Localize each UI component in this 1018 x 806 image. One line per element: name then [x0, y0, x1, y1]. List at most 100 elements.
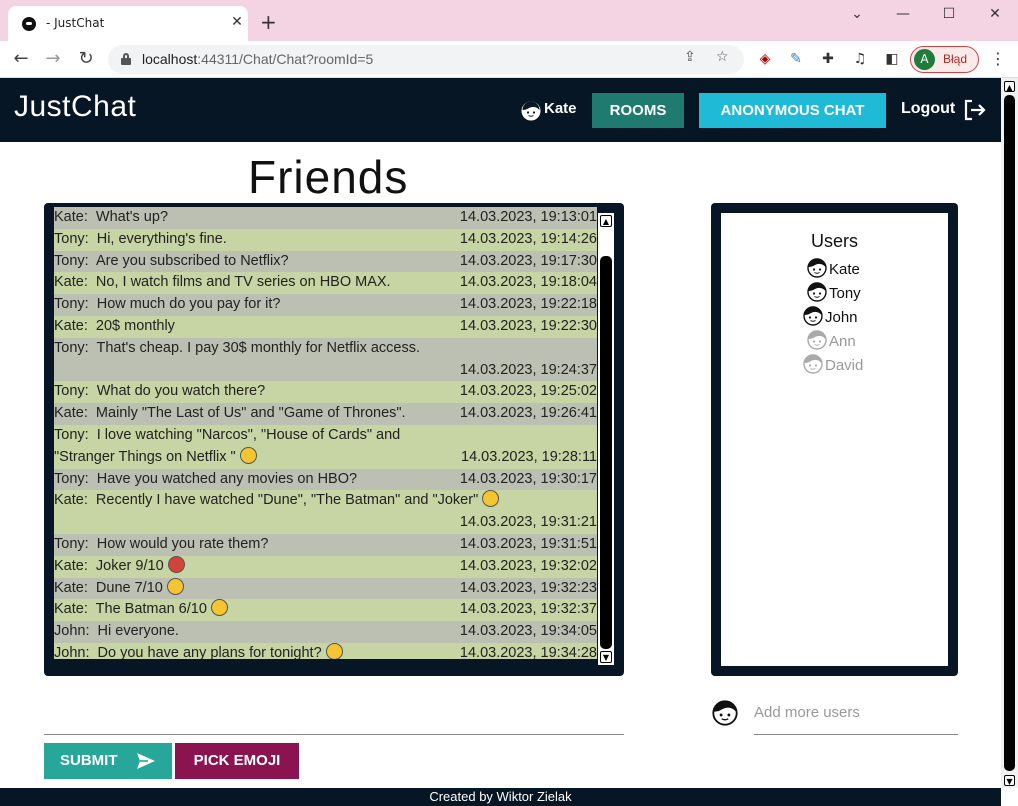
user-entry-ann[interactable]: Ann — [807, 330, 856, 350]
page-footer: Created by Wiktor Zielak — [0, 788, 1001, 806]
online-user-icon — [803, 306, 823, 326]
send-icon — [137, 753, 155, 769]
media-control-icon[interactable]: ♫ — [850, 49, 870, 69]
message-author: Kate: — [54, 405, 88, 422]
share-icon[interactable]: ⇪ — [684, 49, 696, 65]
message-text: I love watching "Narcos", "House of Card… — [54, 426, 401, 465]
message-author: Kate: — [54, 579, 88, 596]
url-text: localhost:44311/Chat/Chat?roomId=5 — [142, 51, 374, 67]
message-list[interactable]: Kate: What's up? 14.03.2023, 19:13:01 Tony… — [54, 207, 597, 659]
browser-tab[interactable]: - JustChat ✕ — [8, 6, 248, 41]
profile-button[interactable]: A Błąd — [910, 46, 979, 73]
address-bar[interactable]: localhost:44311/Chat/Chat?roomId=5 ⇪ ☆ — [108, 45, 744, 74]
user-name: David — [825, 357, 864, 374]
message-timestamp: 14.03.2023, 19:26:41 — [459, 405, 597, 422]
message-row: Kate: 20$ monthly 14.03.2023, 19:22:30 — [54, 315, 597, 338]
lock-icon[interactable] — [121, 53, 131, 65]
message-timestamp: 14.03.2023, 19:24:37 — [459, 361, 597, 378]
message-author: Tony: — [54, 426, 89, 443]
message-text: What do you watch there? — [96, 383, 266, 400]
feather-extension-icon[interactable]: ✎ — [786, 49, 806, 69]
user-entry-tony[interactable]: Tony — [807, 282, 861, 302]
rooms-button[interactable]: ROOMS — [592, 93, 684, 128]
message-timestamp: 14.03.2023, 19:22:30 — [459, 317, 597, 334]
logout-link[interactable]: Logout — [901, 100, 955, 118]
minimize-icon[interactable]: — — [888, 5, 918, 23]
message-text: Do you have any plans for tonight? — [97, 644, 322, 659]
online-user-icon — [807, 282, 827, 302]
maximize-icon[interactable]: ☐ — [934, 5, 964, 23]
message-text: Have you watched any movies on HBO? — [96, 470, 358, 487]
user-entry-john[interactable]: John — [803, 306, 858, 326]
message-author: Tony: — [54, 252, 89, 269]
message-row: Tony: Are you subscribed to Netflix? 14.0… — [54, 250, 597, 273]
pick-emoji-button[interactable]: PICK EMOJI — [175, 743, 299, 779]
chat-panel: Kate: What's up? 14.03.2023, 19:13:01 Tony… — [44, 203, 624, 676]
ublock-extension-icon[interactable]: ◈ — [755, 49, 775, 69]
chat-scroll-thumb[interactable] — [600, 256, 612, 649]
back-arrow-icon[interactable]: ← — [10, 49, 32, 69]
users-title: Users — [810, 231, 858, 251]
reload-icon[interactable]: ↻ — [75, 49, 97, 69]
logout-icon[interactable] — [963, 99, 987, 121]
page-scroll-up-icon[interactable]: ▲ — [1004, 81, 1015, 92]
message-author: Kate: — [54, 601, 88, 618]
message-author: Tony: — [54, 230, 89, 247]
message-row: Tony: I love watching "Narcos", "House o… — [54, 424, 597, 469]
new-tab-icon[interactable]: + — [260, 12, 277, 32]
user-entry-kate[interactable]: Kate — [807, 258, 860, 278]
smile-emoji-icon — [482, 490, 500, 508]
page-scroll-down-icon[interactable]: ▼ — [1004, 775, 1015, 786]
brand-logo[interactable]: JustChat — [14, 90, 136, 124]
user-entry-david[interactable]: David — [803, 354, 863, 374]
message-author: John: — [54, 644, 90, 659]
message-row: John: Hi everyone. 14.03.2023, 19:34:05 — [54, 621, 597, 643]
message-text: That's cheap. I pay 30$ monthly for Netf… — [96, 339, 420, 356]
profile-error-label: Błąd — [943, 52, 968, 66]
chat-scrollbar[interactable]: ▲ ▼ — [598, 213, 614, 665]
message-text: 20$ monthly — [95, 317, 175, 334]
chat-scroll-up-icon[interactable]: ▲ — [600, 215, 612, 227]
message-row: Kate: What's up? 14.03.2023, 19:13:01 — [54, 207, 597, 229]
message-text: Hi, everything's fine. — [96, 230, 227, 247]
chat-scroll-down-icon[interactable]: ▼ — [600, 651, 612, 663]
side-panel-icon[interactable]: ◧ — [882, 49, 902, 69]
message-author: Kate: — [54, 317, 88, 334]
submit-button[interactable]: SUBMIT — [44, 743, 172, 779]
message-row: Kate: No, I watch films and TV series on… — [54, 272, 597, 295]
tab-close-icon[interactable]: ✕ — [228, 13, 246, 31]
user-face-icon — [521, 101, 541, 121]
message-author: Kate: — [54, 274, 88, 291]
message-row: John: Do you have any plans for tonight?… — [54, 642, 597, 659]
tab-search-icon[interactable]: ⌄ — [842, 5, 872, 23]
user-name: Ann — [829, 333, 856, 350]
message-author: Kate: — [54, 209, 88, 225]
message-author: Tony: — [54, 470, 89, 487]
message-timestamp: 14.03.2023, 19:34:05 — [459, 623, 597, 640]
message-text: Mainly "The Last of Us" and "Game of Thr… — [95, 405, 406, 422]
page-scroll-thumb[interactable] — [1004, 95, 1015, 771]
message-text: Recently I have watched "Dune", "The Bat… — [95, 492, 479, 509]
message-author: Kate: — [54, 492, 88, 509]
message-row: Kate: The Batman 6/10 14.03.2023, 19:32:… — [54, 599, 597, 622]
message-input[interactable] — [44, 698, 624, 735]
bookmark-star-icon[interactable]: ☆ — [716, 49, 729, 65]
message-timestamp: 14.03.2023, 19:32:23 — [459, 579, 597, 596]
message-row: Tony: Hi, everything's fine. 14.03.2023, … — [54, 228, 597, 251]
app-navbar: JustChat Kate ROOMS ANONYMOUS CHAT Logou… — [0, 78, 1001, 142]
message-timestamp: 14.03.2023, 19:30:17 — [459, 470, 597, 487]
window-close-icon[interactable]: ✕ — [980, 5, 1010, 23]
forward-arrow-icon[interactable]: → — [42, 49, 64, 69]
wink-emoji-icon — [210, 599, 228, 617]
add-user-face-icon — [712, 700, 738, 726]
submit-label: SUBMIT — [60, 752, 118, 769]
user-name: Kate — [829, 261, 860, 278]
browser-menu-icon[interactable]: ⋮ — [990, 49, 1006, 68]
current-user-name: Kate — [544, 100, 577, 117]
add-users-input[interactable]: Add more users — [754, 698, 958, 735]
anonymous-chat-button[interactable]: ANONYMOUS CHAT — [699, 93, 886, 128]
browser-toolbar: ← → ↻ localhost:44311/Chat/Chat?roomId=5… — [0, 41, 1018, 78]
page-scrollbar[interactable]: ▲ ▼ — [1001, 78, 1018, 788]
extensions-puzzle-icon[interactable]: ✚ — [818, 49, 838, 69]
message-text: Joker 9/10 — [95, 557, 164, 574]
